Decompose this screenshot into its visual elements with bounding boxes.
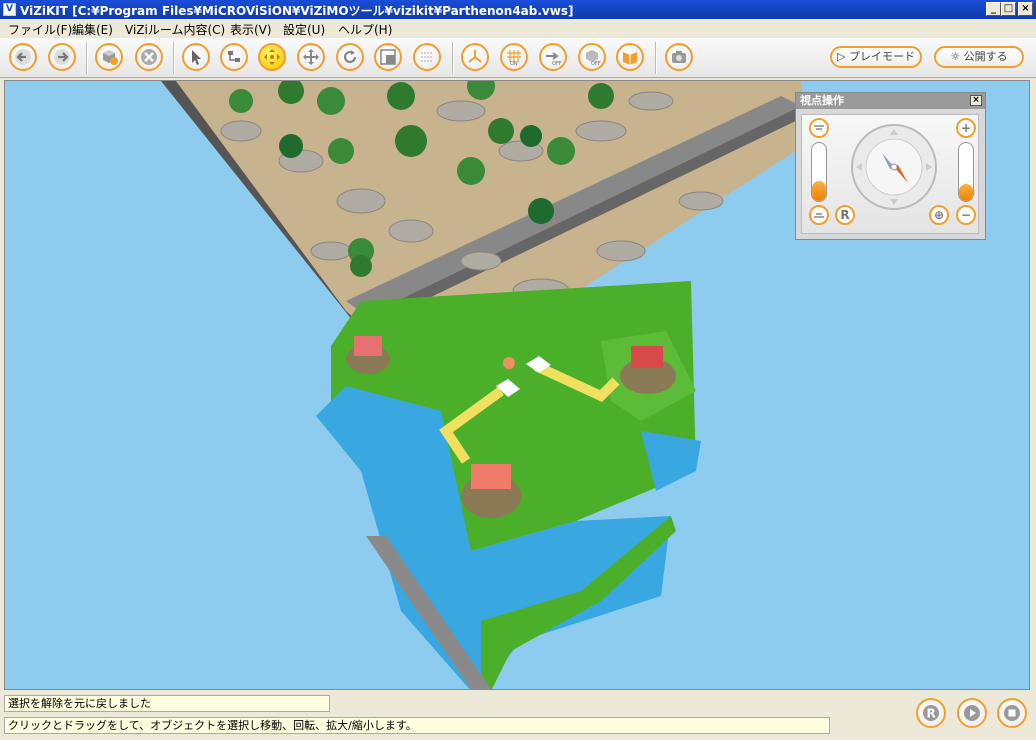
tilt-up-button[interactable] (809, 118, 829, 138)
zoom-slider[interactable] (958, 142, 974, 202)
scale-tool-button[interactable] (374, 43, 402, 71)
menu-room-contents[interactable]: ViZiルーム内容(C) (125, 21, 225, 38)
stop-button[interactable] (997, 698, 1027, 728)
viewpoint-panel: 視点操作 × R + − ⊕ (795, 92, 986, 240)
status-hint: クリックとドラッグをして、オブジェクトを選択し移動、回転、拡大/縮小します。 (4, 717, 830, 734)
viewpoint-panel-body: R + − ⊕ (801, 114, 979, 234)
menu-bar: ファイル(F) 編集(E) ViZiルーム内容(C) 表示(V) 設定(U) ヘ… (0, 19, 1036, 38)
zoom-slider-fill (959, 183, 973, 201)
move-view-tool-button[interactable] (258, 43, 286, 71)
title-bar[interactable]: V ViZiKIT [C:¥Program Files¥MiCROViSiON¥… (0, 0, 1036, 19)
reset-label: R (927, 707, 936, 721)
tilt-down-button[interactable] (809, 205, 829, 225)
collision-off-button[interactable]: OFF (578, 43, 606, 71)
toolbar: ON OFF OFF ▷ プレイモード ☼ 公開する (0, 38, 1036, 78)
svg-text:OFF: OFF (591, 61, 601, 66)
rotate-icon (343, 50, 357, 64)
viewpoint-panel-title-bar[interactable]: 視点操作 × (796, 93, 985, 109)
publish-button[interactable]: ☼ 公開する (934, 46, 1024, 68)
grid-on-icon: ON (507, 50, 521, 66)
menu-help[interactable]: ヘルプ(H) (338, 21, 392, 38)
tilt-down-icon (814, 213, 824, 218)
camera-button[interactable] (665, 43, 693, 71)
arrow-left-icon (15, 49, 31, 65)
playback-reset-button[interactable]: R (916, 698, 946, 728)
open-book-button[interactable] (616, 43, 644, 71)
viewpoint-panel-close-button[interactable]: × (970, 95, 982, 106)
box-off-icon: OFF (586, 50, 601, 66)
arrow-off-icon: OFF (546, 52, 562, 66)
tilt-slider-fill (812, 180, 826, 201)
play-mode-button[interactable]: ▷ プレイモード (830, 46, 922, 68)
play-button[interactable] (957, 698, 987, 728)
menu-view[interactable]: 表示(V) (230, 21, 272, 38)
move-tool-button[interactable] (297, 43, 325, 71)
stop-icon (1004, 705, 1020, 721)
x-icon (141, 49, 157, 65)
reset-r-icon: R (923, 705, 939, 721)
grid-icon (421, 52, 433, 62)
select-tool-button[interactable] (182, 43, 210, 71)
grid-snap-button[interactable] (413, 43, 441, 71)
cursor-icon (192, 50, 201, 65)
tilt-slider[interactable] (811, 142, 827, 202)
maximize-button[interactable]: □ (1001, 2, 1016, 16)
hierarchy-tool-button[interactable] (220, 43, 248, 71)
window-title: ViZiKIT [C:¥Program Files¥MiCROViSiON¥Vi… (20, 4, 574, 18)
delete-button[interactable] (135, 43, 163, 71)
marker (503, 357, 515, 369)
camera-icon (672, 51, 686, 63)
svg-text:OFF: OFF (552, 61, 562, 66)
tilt-up-icon (814, 125, 824, 130)
axis-view-button[interactable] (461, 43, 489, 71)
add-object-button[interactable] (95, 43, 123, 71)
toolbar-separator (655, 42, 657, 74)
scale-icon (380, 49, 396, 65)
toolbar-separator (452, 42, 454, 74)
cube-add-icon (103, 50, 118, 65)
menu-settings[interactable]: 設定(U) (283, 21, 325, 38)
hierarchy-icon (228, 51, 240, 62)
app-window: V ViZiKIT [C:¥Program Files¥MiCROViSiON¥… (0, 0, 1036, 740)
move-arrows-icon (264, 49, 280, 65)
viewpoint-panel-title: 視点操作 (800, 94, 844, 107)
close-button[interactable]: × (1018, 2, 1033, 16)
forward-button[interactable] (48, 43, 76, 71)
compass-dial[interactable] (850, 123, 938, 211)
minimize-button[interactable]: _ (986, 2, 1001, 16)
book-icon (623, 52, 637, 65)
status-message: 選択を解除を元に戻しました (4, 695, 330, 712)
axis-icon (468, 50, 482, 63)
rotate-tool-button[interactable] (336, 43, 364, 71)
zoom-in-button[interactable]: + (956, 118, 976, 138)
snap-off-button[interactable]: OFF (539, 43, 567, 71)
zoom-out-button[interactable]: − (956, 205, 976, 225)
menu-file[interactable]: ファイル(F) (8, 21, 72, 38)
app-icon: V (3, 3, 16, 16)
svg-text:ON: ON (510, 61, 518, 66)
back-button[interactable] (9, 43, 37, 71)
center-view-button[interactable]: ⊕ (929, 205, 949, 225)
toolbar-separator (173, 42, 175, 74)
move-icon (303, 49, 319, 65)
grid-on-button[interactable]: ON (500, 43, 528, 71)
menu-edit[interactable]: 編集(E) (72, 21, 113, 38)
play-icon (964, 705, 980, 721)
arrow-right-icon (54, 49, 70, 65)
toolbar-separator (86, 42, 88, 74)
